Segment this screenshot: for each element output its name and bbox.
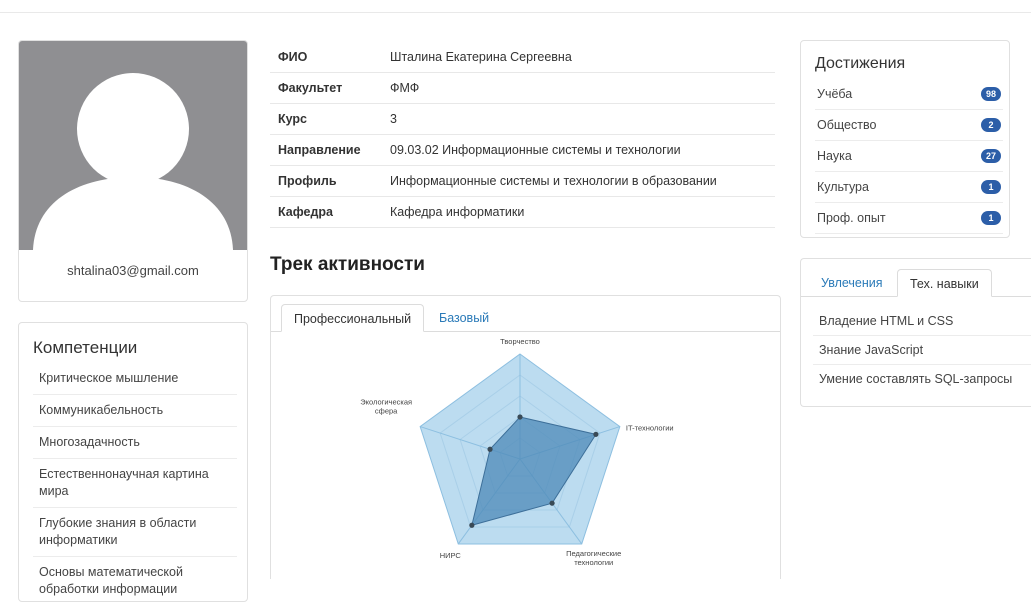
student-info-table: ФИО Шталина Екатерина Сергеевна Факульте… (270, 42, 775, 228)
competencies-card: Компетенции Критическое мышление Коммуни… (18, 322, 248, 602)
radar-axis-label: IT-технологии (626, 424, 674, 433)
info-label: ФИО (270, 42, 382, 73)
activity-track-card: Профессиональный Базовый Творчество IT-те… (270, 295, 781, 579)
info-value: 3 (382, 103, 775, 135)
radar-axis-label: Экологическая сфера (360, 398, 412, 416)
info-value: ФМФ (382, 72, 775, 104)
achievement-count-badge: 1 (981, 180, 1001, 194)
info-value: Шталина Екатерина Сергеевна (382, 42, 775, 73)
tab-basic[interactable]: Базовый (427, 304, 501, 332)
profile-card: shtalina03@gmail.com (18, 40, 248, 302)
info-value: Кафедра информатики (382, 196, 775, 228)
info-row: Факультет ФМФ (270, 72, 775, 104)
header-divider (0, 12, 1031, 13)
profile-email[interactable]: shtalina03@gmail.com (19, 263, 247, 278)
competencies-list: Критическое мышление Коммуникабельность … (33, 363, 237, 601)
skills-list: Владение HTML и CSS Знание JavaScript Ум… (813, 307, 1031, 393)
achievement-label: Культура (817, 180, 869, 194)
info-label: Направление (270, 134, 382, 166)
achievements-title: Достижения (815, 55, 906, 72)
competency-item: Многозадачность (33, 427, 237, 459)
competency-item: Коммуникабельность (33, 395, 237, 427)
info-row: Направление 09.03.02 Информационные сист… (270, 134, 775, 166)
radar-data-point (487, 446, 493, 452)
achievement-item-culture[interactable]: Культура 1 (815, 172, 1003, 203)
radar-data-point (549, 500, 555, 506)
competency-item: Основы математической обработки информац… (33, 557, 237, 601)
avatar-placeholder-icon (19, 41, 247, 250)
radar-data-point (469, 522, 475, 528)
info-row: Кафедра Кафедра информатики (270, 196, 775, 228)
skill-item: Владение HTML и CSS (813, 307, 1031, 336)
achievement-label: Наука (817, 149, 852, 163)
competency-item: Глубокие знания в области информатики (33, 508, 237, 557)
achievement-item-study[interactable]: Учёба 98 (815, 79, 1003, 110)
info-value: Информационные системы и технологии в об… (382, 165, 775, 197)
achievement-label: Проф. опыт (817, 211, 886, 225)
achievement-label: Учёба (817, 87, 853, 101)
tab-professional[interactable]: Профессиональный (281, 304, 425, 332)
info-row: Профиль Информационные системы и техноло… (270, 165, 775, 197)
achievement-item-science[interactable]: Наука 27 (815, 141, 1003, 172)
radar-axis-label: Творчество (500, 337, 540, 346)
achievement-item-society[interactable]: Общество 2 (815, 110, 1003, 141)
competency-item: Критическое мышление (33, 363, 237, 395)
competencies-title: Компетенции (33, 338, 138, 357)
info-row: Курс 3 (270, 103, 775, 135)
info-label: Профиль (270, 165, 382, 197)
activity-radar-chart: Творчество IT-технологии Педагогические тех… (360, 337, 674, 567)
radar-data-point (517, 414, 523, 420)
info-label: Факультет (270, 72, 382, 104)
radar-axis-label: Педагогические технологии (566, 549, 621, 567)
info-value: 09.03.02 Информационные системы и технол… (382, 134, 775, 166)
achievement-label: Общество (817, 118, 877, 132)
competency-item: Естественнонаучная картина мира (33, 459, 237, 508)
radar-axis-label: НИРС (440, 551, 462, 560)
info-label: Курс (270, 103, 382, 135)
skills-tabs: Увлечения Тех. навыки (801, 259, 1031, 297)
achievement-count-badge: 27 (981, 149, 1001, 163)
activity-track-title: Трек активности (270, 254, 425, 275)
info-label: Кафедра (270, 196, 382, 228)
achievement-count-badge: 98 (981, 87, 1001, 101)
skill-item: Умение составлять SQL-запросы (819, 372, 1013, 386)
avatar-silhouette (33, 73, 233, 250)
tab-hobbies[interactable]: Увлечения (809, 269, 895, 297)
achievement-count-badge: 1 (981, 211, 1001, 225)
achievement-item-experience[interactable]: Проф. опыт 1 (815, 203, 1003, 234)
skills-card: Увлечения Тех. навыки Владение HTML и CS… (800, 258, 1031, 407)
activity-tabs: Профессиональный Базовый (271, 296, 780, 332)
radar-data-point (593, 431, 599, 437)
achievement-count-badge: 2 (981, 118, 1001, 132)
achievements-list: Учёба 98 Общество 2 Наука 27 Культура 1 Проф… (815, 79, 1003, 234)
info-row: ФИО Шталина Екатерина Сергеевна (270, 42, 775, 73)
tab-tech-skills[interactable]: Тех. навыки (897, 269, 992, 297)
achievements-card: Достижения Учёба 98 Общество 2 Наука 27 Кул… (800, 40, 1010, 238)
skill-item: Знание JavaScript (813, 336, 1031, 365)
